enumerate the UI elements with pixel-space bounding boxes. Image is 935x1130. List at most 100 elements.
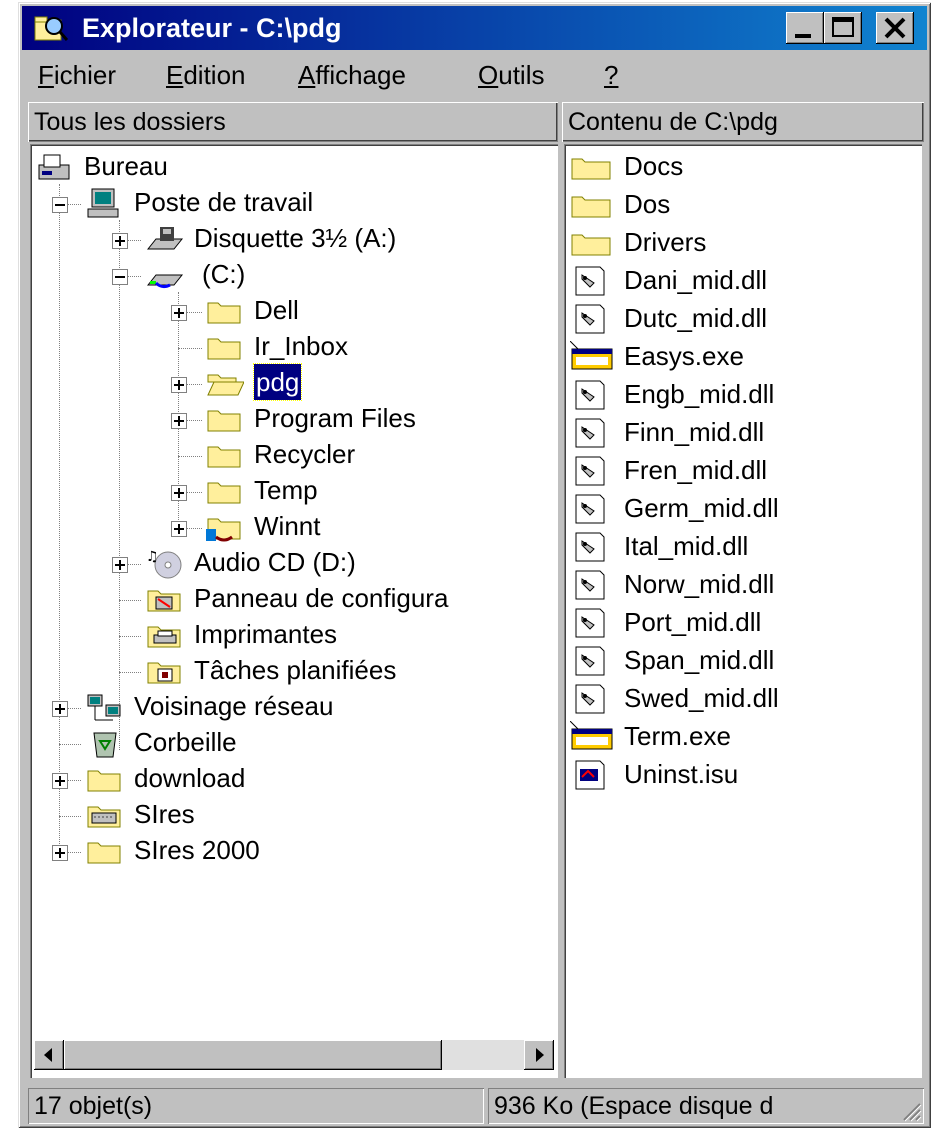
expand-download[interactable] bbox=[52, 773, 68, 789]
tree-label: Audio CD (D:) bbox=[194, 547, 356, 577]
tree-label: Tâches planifiées bbox=[194, 655, 397, 685]
file-label: Norw_mid.dll bbox=[624, 569, 775, 599]
folder-icon bbox=[207, 446, 241, 468]
file-label: Span_mid.dll bbox=[624, 645, 775, 675]
tree-label: Recycler bbox=[254, 439, 356, 469]
tree-label: Temp bbox=[254, 475, 318, 505]
menu-edition-accel: E bbox=[166, 60, 184, 90]
tree-label: Disquette 3½ (A:) bbox=[194, 223, 397, 253]
file-list-pane[interactable]: Docs Dos Drivers Dani_mid.dll Dutc_mid.dll Ea… bbox=[564, 144, 922, 1078]
exe-icon bbox=[570, 721, 613, 750]
menu-edition-label: dition bbox=[183, 60, 246, 90]
tree-label: Ir_Inbox bbox=[254, 331, 348, 361]
tree-label: SIres 2000 bbox=[134, 835, 260, 865]
tree-label: download bbox=[134, 763, 246, 793]
menu-fichier-label: ichier bbox=[53, 60, 117, 90]
explorer-icon bbox=[34, 16, 68, 41]
arrow-left-icon bbox=[44, 1048, 52, 1062]
folder-icon bbox=[207, 338, 241, 360]
expand-winnt[interactable] bbox=[171, 521, 187, 537]
file-label: Easys.exe bbox=[624, 341, 744, 371]
file-label: Port_mid.dll bbox=[624, 607, 762, 637]
file-label: Uninst.isu bbox=[624, 759, 739, 789]
isu-icon bbox=[575, 760, 605, 790]
horizontal-scrollbar[interactable] bbox=[34, 1040, 554, 1070]
tree-label: Program Files bbox=[254, 403, 416, 433]
file-label: Germ_mid.dll bbox=[624, 493, 779, 523]
status-disk-space: 936 Ko (Espace disque d bbox=[488, 1088, 924, 1124]
dll-icon bbox=[575, 304, 605, 334]
tree-line bbox=[178, 348, 202, 349]
file-label: Ital_mid.dll bbox=[624, 531, 749, 561]
minimize-button[interactable] bbox=[786, 12, 824, 44]
tree-line bbox=[59, 744, 81, 745]
folder-icon bbox=[571, 158, 611, 180]
menu-outils[interactable]: Outils bbox=[478, 60, 544, 90]
dll-icon bbox=[575, 494, 605, 524]
file-label: Fren_mid.dll bbox=[624, 455, 768, 485]
menu-edition[interactable]: Edition bbox=[166, 60, 246, 90]
expand-dell[interactable] bbox=[171, 305, 187, 321]
file-label: Docs bbox=[624, 151, 684, 181]
file-label: Finn_mid.dll bbox=[624, 417, 765, 447]
folder-icon bbox=[571, 234, 611, 256]
menu-affichage-label: ffichage bbox=[315, 60, 406, 90]
expand-audio-cd[interactable] bbox=[112, 557, 128, 573]
expand-sires-2000[interactable] bbox=[52, 845, 68, 861]
close-icon bbox=[884, 17, 906, 39]
network-icon bbox=[87, 694, 121, 721]
collapse-c-drive[interactable] bbox=[112, 269, 128, 285]
resize-grip-icon[interactable] bbox=[898, 1098, 922, 1122]
file-label: Dos bbox=[624, 189, 671, 219]
menu-affichage[interactable]: Affichage bbox=[298, 60, 406, 90]
menu-fichier[interactable]: Fichier bbox=[38, 60, 116, 90]
dll-icon bbox=[575, 266, 605, 296]
tree-label: Poste de travail bbox=[134, 187, 314, 217]
keyboard-folder-icon bbox=[87, 806, 121, 828]
tree-line bbox=[59, 816, 81, 817]
tree-label: Voisinage réseau bbox=[134, 691, 334, 721]
shared-folder-icon bbox=[206, 518, 241, 542]
folder-icon bbox=[207, 302, 241, 324]
file-label: Dutc_mid.dll bbox=[624, 303, 768, 333]
file-label: Swed_mid.dll bbox=[624, 683, 779, 713]
exe-icon bbox=[570, 341, 613, 370]
dll-icon bbox=[575, 456, 605, 486]
hard-drive-icon bbox=[146, 274, 184, 289]
right-pane-header: Contenu de C:\pdg bbox=[562, 102, 924, 142]
file-label: Drivers bbox=[624, 227, 707, 257]
tree-label: Imprimantes bbox=[194, 619, 338, 649]
expand-pdg[interactable] bbox=[171, 377, 187, 393]
tree-line bbox=[119, 220, 120, 750]
title-bar[interactable]: Explorateur - C:\pdg bbox=[22, 6, 927, 50]
file-label: Dani_mid.dll bbox=[624, 265, 768, 295]
maximize-button[interactable] bbox=[824, 12, 862, 44]
tree-label: (C:) bbox=[202, 259, 246, 289]
maximize-icon bbox=[832, 17, 854, 37]
scroll-right-button[interactable] bbox=[524, 1040, 554, 1070]
folder-tree-pane[interactable]: Bureau Poste de travail Disquette 3½ (A:… bbox=[30, 144, 558, 1078]
menu-affichage-accel: A bbox=[298, 60, 316, 90]
expand-voisinage-reseau[interactable] bbox=[52, 701, 68, 717]
menu-bar: Fichier Edition Affichage Outils ? bbox=[22, 54, 927, 94]
expand-disquette[interactable] bbox=[112, 233, 128, 249]
scroll-left-button[interactable] bbox=[34, 1040, 64, 1070]
menu-help[interactable]: ? bbox=[604, 60, 618, 90]
file-label: Engb_mid.dll bbox=[624, 379, 775, 409]
tree-label: Dell bbox=[254, 295, 299, 325]
folder-open-icon bbox=[207, 374, 244, 396]
menu-outils-label: utils bbox=[498, 60, 545, 90]
menu-help-accel: ? bbox=[604, 60, 619, 90]
collapse-poste-de-travail[interactable] bbox=[52, 197, 68, 213]
expand-temp[interactable] bbox=[171, 485, 187, 501]
tree-label: Panneau de configura bbox=[194, 583, 449, 613]
close-button[interactable] bbox=[876, 12, 914, 44]
scroll-thumb[interactable] bbox=[64, 1040, 442, 1070]
folder-icon bbox=[87, 842, 121, 864]
dll-icon bbox=[575, 684, 605, 714]
dll-icon bbox=[575, 608, 605, 638]
menu-outils-accel: O bbox=[478, 60, 499, 90]
floppy-drive-icon bbox=[146, 227, 184, 250]
folder-icon bbox=[571, 196, 611, 218]
expand-program-files[interactable] bbox=[171, 413, 187, 429]
